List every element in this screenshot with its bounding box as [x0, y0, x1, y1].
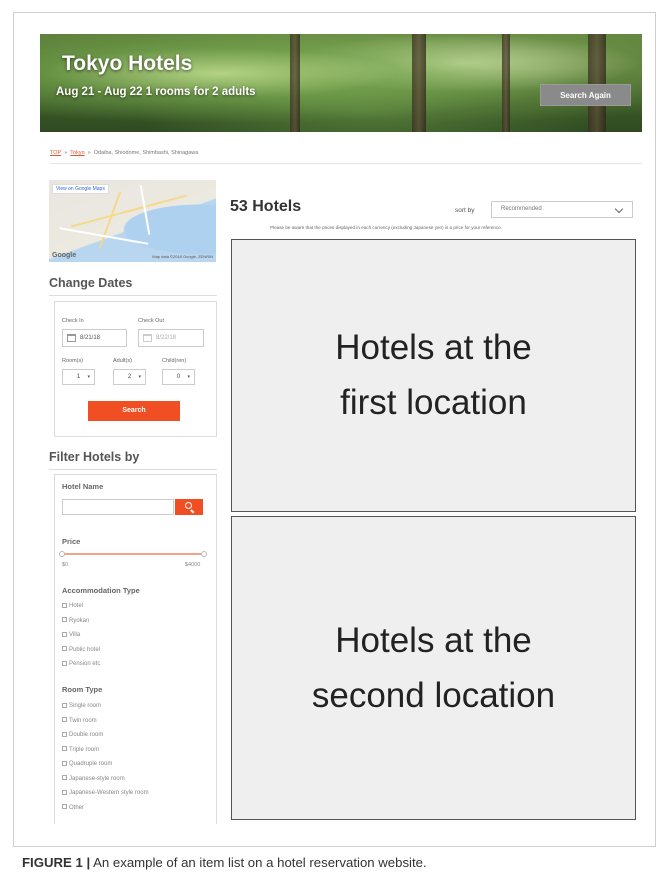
- checkbox-icon: [62, 617, 67, 622]
- hotel-name-input[interactable]: [62, 499, 174, 515]
- children-select[interactable]: 0 ▾: [162, 369, 195, 385]
- room-type-checkbox[interactable]: Single room: [62, 702, 101, 710]
- price-label: Price: [62, 537, 81, 546]
- adults-select[interactable]: 2 ▾: [113, 369, 146, 385]
- accommodation-type-checkbox[interactable]: Pension etc: [62, 660, 100, 668]
- room-type-label: Triple room: [69, 746, 100, 753]
- accommodation-type-label: Hotel: [69, 603, 84, 609]
- accommodation-type-checkbox[interactable]: Villa: [62, 631, 80, 639]
- room-type-label: Twin room: [69, 717, 97, 724]
- checkbox-icon: [62, 746, 67, 751]
- sort-label: sort by: [455, 207, 475, 214]
- map-copyright: Map data ©2018 Google, ZENRIN: [152, 254, 213, 259]
- caret-icon: ▾: [87, 374, 90, 380]
- breadcrumb-divider: [50, 163, 642, 164]
- placeholder-line: first location: [340, 383, 527, 422]
- hotel-list-first-location: Hotels at the first location: [231, 239, 636, 512]
- price-min-handle[interactable]: [59, 551, 65, 557]
- room-type-label: Other: [69, 804, 85, 811]
- search-button[interactable]: Search: [88, 401, 180, 421]
- adults-label: Adult(s): [113, 358, 132, 364]
- change-dates-heading: Change Dates: [49, 276, 133, 290]
- price-max-value: $4000: [185, 562, 201, 568]
- room-type-label: Quadruple room: [69, 761, 113, 767]
- checkbox-icon: [62, 702, 67, 708]
- accommodation-type-checkbox[interactable]: Hotel: [62, 602, 83, 610]
- hotel-name-search-button[interactable]: [175, 499, 203, 515]
- placeholder-line: second location: [311, 676, 556, 715]
- google-logo: Google: [52, 252, 77, 259]
- checkbox-icon: [62, 804, 67, 809]
- room-type-checkbox[interactable]: Twin room: [62, 717, 97, 725]
- price-range-track[interactable]: [62, 553, 205, 555]
- figure-label: FIGURE 1 |: [22, 855, 91, 870]
- banner-subtitle: Aug 21 - Aug 22 1 rooms for 2 adults: [56, 86, 256, 98]
- breadcrumb-city-link[interactable]: Tokyo: [70, 150, 84, 156]
- caret-icon: ▾: [138, 374, 141, 380]
- placeholder-line: Hotels at the: [335, 621, 532, 660]
- check-out-field[interactable]: 8/22/18: [138, 329, 204, 347]
- figure-caption: FIGURE 1 | An example of an item list on…: [22, 855, 427, 870]
- view-on-google-maps-link[interactable]: View on Google Maps: [52, 184, 109, 194]
- children-label: Child(ren): [162, 358, 187, 364]
- accommodation-type-label: Ryokan: [69, 617, 90, 624]
- accommodation-type-checkbox[interactable]: Public hotel: [62, 646, 100, 654]
- room-type-checkbox[interactable]: Japanese-style room: [62, 775, 125, 783]
- checkbox-icon: [62, 717, 67, 722]
- hotel-name-label: Hotel Name: [62, 482, 104, 491]
- room-type-label: Room Type: [62, 685, 103, 694]
- currency-notice: Please be aware that the prices displaye…: [270, 225, 503, 230]
- figure-caption-text: An example of an item list on a hotel re…: [90, 855, 427, 870]
- sort-select[interactable]: Recommended: [491, 201, 633, 218]
- room-type-label: Japanese-style room: [69, 775, 125, 782]
- accommodation-type-checkbox[interactable]: Ryokan: [62, 617, 89, 625]
- accommodation-type-label: Villa: [69, 632, 81, 638]
- rooms-label: Room(s): [62, 358, 84, 364]
- room-type-label: Single room: [69, 703, 102, 709]
- room-type-checkbox[interactable]: Japanese-Western style room: [62, 789, 149, 797]
- breadcrumb-top-link[interactable]: TOP: [50, 150, 61, 156]
- check-in-field[interactable]: 8/21/18: [62, 329, 127, 347]
- room-type-label: Japanese-Western style room: [69, 790, 149, 796]
- caret-icon: ▾: [187, 374, 190, 380]
- checkbox-icon: [62, 646, 67, 651]
- placeholder-line: Hotels at the: [335, 328, 532, 367]
- search-again-button[interactable]: Search Again: [540, 84, 631, 106]
- checkbox-icon: [62, 760, 67, 766]
- room-type-checkbox[interactable]: Quadruple room: [62, 760, 112, 768]
- room-type-checkbox[interactable]: Triple room: [62, 746, 99, 754]
- breadcrumb-current: Odaiba, Shiodome, Shimbashi, Shinagawa: [93, 150, 199, 156]
- price-max-handle[interactable]: [201, 551, 207, 557]
- price-min-value: $0: [62, 562, 69, 568]
- accommodation-type-label: Pension etc: [69, 661, 101, 667]
- results-count: 53 Hotels: [230, 198, 302, 215]
- checkbox-icon: [62, 631, 67, 637]
- room-type-checkbox[interactable]: Other: [62, 804, 84, 812]
- filter-heading: Filter Hotels by: [49, 450, 140, 464]
- check-out-label: Check Out: [138, 318, 164, 324]
- hero-banner: Tokyo Hotels Aug 21 - Aug 22 1 rooms for…: [40, 34, 642, 132]
- calendar-icon: [143, 334, 152, 342]
- change-dates-divider: [49, 295, 217, 296]
- checkbox-icon: [62, 602, 67, 608]
- accommodation-type-label: Accommodation Type: [62, 586, 140, 595]
- chevron-down-icon: [614, 204, 624, 214]
- checkbox-icon: [62, 775, 67, 780]
- check-in-label: Check In: [62, 318, 84, 324]
- checkbox-icon: [62, 660, 67, 666]
- breadcrumb: TOP» Tokyo» Odaiba, Shiodome, Shimbashi, S…: [50, 150, 199, 156]
- map-widget[interactable]: View on Google Maps Google Map data ©201…: [49, 180, 216, 262]
- hotel-list-second-location: Hotels at the second location: [231, 516, 636, 820]
- rooms-select[interactable]: 1 ▾: [62, 369, 95, 385]
- calendar-icon: [67, 334, 76, 342]
- accommodation-type-label: Public hotel: [69, 646, 101, 653]
- room-type-label: Double room: [69, 732, 104, 738]
- checkbox-icon: [62, 789, 67, 795]
- banner-title: Tokyo Hotels: [62, 52, 193, 75]
- checkbox-icon: [62, 731, 67, 737]
- filter-divider: [49, 469, 217, 470]
- room-type-checkbox[interactable]: Double room: [62, 731, 103, 739]
